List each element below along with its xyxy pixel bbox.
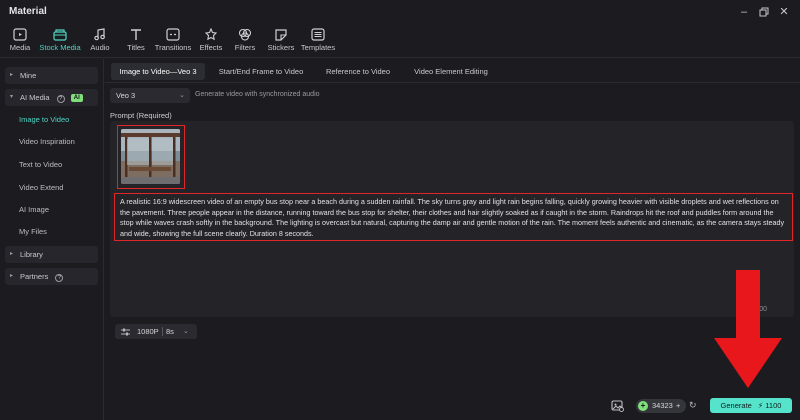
toolbar-label: Audio [90,43,110,52]
media-icon [13,28,27,41]
toolbar-effects[interactable]: Effects [198,28,224,56]
tab-image-to-video-veo3[interactable]: Image to Video—Veo 3 [111,63,205,80]
model-selected: Veo 3 [116,91,136,100]
chevron-down-icon: ⌄ [179,92,185,99]
title-bar: Material – ✕ [0,0,800,24]
help-icon[interactable]: ? [56,95,65,103]
tab-reference-to-video[interactable]: Reference to Video [320,63,396,80]
resolution-value: 1080P [137,327,159,336]
prompt-text: A realistic 16:9 widescreen video of an … [120,197,785,238]
model-dropdown[interactable]: Veo 3 ⌄ [110,88,190,103]
toolbar-label: Media [9,43,31,52]
sidebar-item-text-to-video[interactable]: Text to Video [19,160,62,169]
effects-icon [204,28,218,41]
generate-cost: 1100 [765,401,782,410]
app-window: Material – ✕ Media Stock Media Audio Tit… [0,0,800,420]
sidebar: ▸ Mine ▾ AI Media ? AI Image to Video Vi… [0,59,104,420]
toolbar-filters[interactable]: Filters [232,28,258,56]
image-credits-icon[interactable] [611,400,624,412]
stickers-icon [275,29,287,41]
filters-icon [238,28,252,41]
toolbar-templates[interactable]: Templates [300,28,336,56]
toolbar-titles[interactable]: Titles [124,28,148,56]
templates-icon [311,28,325,41]
model-description: Generate video with synchronized audio [195,91,320,98]
chevron-down-icon: ▾ [10,94,14,100]
toolbar-stickers[interactable]: Stickers [266,28,296,56]
sidebar-item-ai-image[interactable]: AI Image [19,205,49,214]
arrow-down-annotation [714,270,782,388]
window-title: Material [9,6,47,17]
restore-icon[interactable] [756,4,772,20]
toolbar-stock-media[interactable]: Stock Media [38,28,82,56]
settings-sliders-icon [121,328,130,335]
tab-start-end-frame[interactable]: Start/End Frame to Video [213,63,309,80]
prompt-textarea[interactable]: A realistic 16:9 widescreen video of an … [114,193,793,241]
toolbar-label: Templates [300,43,336,52]
sidebar-item-label: Mine [20,71,37,80]
divider [105,82,800,83]
lightning-icon: ⚡︎ [757,401,764,410]
main-panel: Image to Video—Veo 3 Start/End Frame to … [105,59,800,420]
prompt-label: Prompt (Required) [110,111,172,120]
toolbar-label: Transitions [154,43,192,52]
plus-icon[interactable]: + [676,399,680,413]
refresh-icon[interactable]: ↻ [689,400,697,411]
chevron-right-icon: ▸ [10,273,14,279]
stock-media-icon [53,29,67,41]
sidebar-library[interactable]: ▸ Library [5,246,98,263]
toolbar-label: Effects [199,43,223,52]
credits-value: 34323 [652,401,673,410]
toolbar-audio[interactable]: Audio [88,28,112,56]
audio-icon [94,28,105,41]
sidebar-partners[interactable]: ▸ Partners ? [5,268,98,285]
sidebar-item-video-inspiration[interactable]: Video Inspiration [19,137,75,146]
duration-value: 8s [166,327,174,336]
sidebar-item-my-files[interactable]: My Files [19,227,47,236]
sidebar-mine[interactable]: ▸ Mine [5,67,98,84]
minimize-icon[interactable]: – [736,4,752,20]
transitions-icon [166,28,180,41]
close-icon[interactable]: ✕ [776,4,792,20]
ai-badge: AI [70,94,83,102]
help-icon[interactable]: ? [55,274,64,282]
output-settings-dropdown[interactable]: 1080P 8s ⌄ [115,324,197,339]
sidebar-item-label: AI Media [20,93,50,102]
toolbar-label: Titles [127,43,145,52]
sidebar-item-label: Partners [20,272,49,281]
toolbar-label: Stock Media [39,43,81,52]
generate-label: Generate [720,401,752,410]
tab-video-element-editing[interactable]: Video Element Editing [406,63,496,80]
generate-button[interactable]: Generate ⚡︎ 1100 [710,398,792,413]
separator [162,327,163,336]
media-toolbar: Media Stock Media Audio Titles Transitio… [0,24,800,58]
chevron-down-icon: ⌄ [183,328,189,335]
titles-icon [131,29,141,40]
uploaded-image-thumbnail[interactable] [121,129,180,184]
toolbar-label: Filters [234,43,256,52]
chevron-right-icon: ▸ [10,251,14,257]
toolbar-label: Stickers [267,43,295,52]
sidebar-item-video-extend[interactable]: Video Extend [19,183,63,192]
chevron-right-icon: ▸ [10,72,14,78]
credits-balance[interactable]: + 34323 + [636,399,686,413]
credit-add-icon: + [638,401,648,411]
image-upload-highlight [117,125,185,189]
toolbar-media[interactable]: Media [8,28,32,56]
toolbar-transitions[interactable]: Transitions [154,28,192,56]
sidebar-ai-media[interactable]: ▾ AI Media ? AI [5,89,98,106]
sidebar-item-label: Library [20,250,43,259]
sidebar-item-image-to-video[interactable]: Image to Video [19,115,69,124]
prompt-panel: A realistic 16:9 widescreen video of an … [110,121,794,339]
